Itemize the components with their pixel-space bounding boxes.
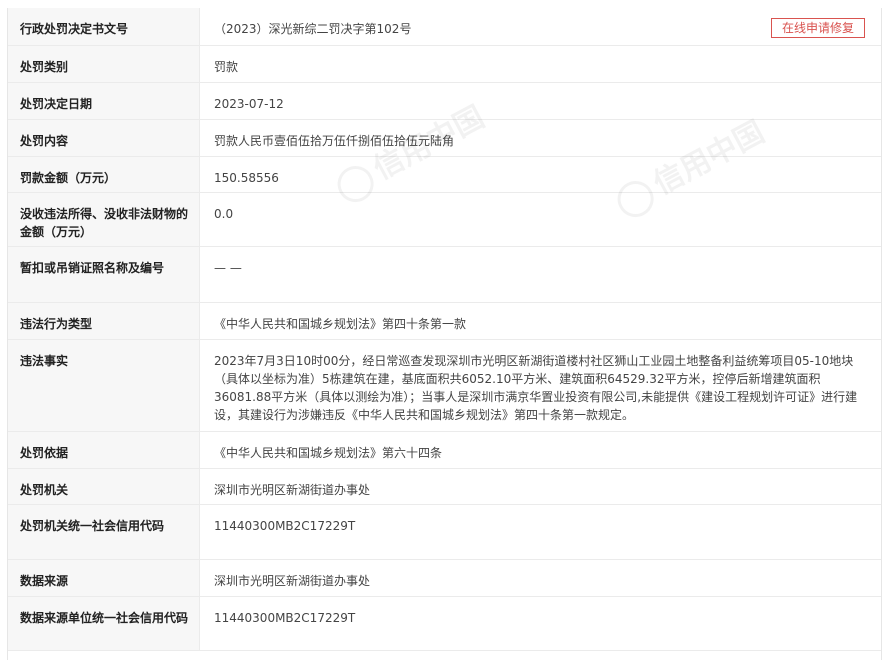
table-row: 暂扣或吊销证照名称及编号 — — — [8, 246, 881, 303]
row-value: 11440300MB2C17229T — [199, 596, 881, 651]
penalty-detail-panel: 行政处罚决定书文号 （2023）深光新综二罚决字第102号 在线申请修复 处罚类… — [7, 8, 882, 660]
table-row: 处罚依据 《中华人民共和国城乡规划法》第六十四条 — [8, 431, 881, 469]
row-label: 违法行为类型 — [8, 302, 200, 340]
row-value: 150.58556 — [199, 156, 881, 193]
row-label: 数据来源单位统一社会信用代码 — [8, 596, 200, 651]
table-row: 处罚机关 深圳市光明区新湖街道办事处 — [8, 468, 881, 505]
row-value: — — — [199, 246, 881, 303]
row-value: 2023年7月3日10时00分，经日常巡查发现深圳市光明区新湖街道楼村社区狮山工… — [199, 339, 881, 432]
table-row: 处罚机关统一社会信用代码 11440300MB2C17229T — [8, 504, 881, 560]
row-value: （2023）深光新综二罚决字第102号 在线申请修复 — [199, 8, 881, 46]
row-label: 罚款金额（万元） — [8, 156, 200, 193]
row-value: 深圳市光明区新湖街道办事处 — [199, 559, 881, 597]
row-value: 《中华人民共和国城乡规划法》第四十条第一款 — [199, 302, 881, 340]
row-label: 处罚类别 — [8, 45, 200, 83]
row-label: 没收违法所得、没收非法财物的金额（万元） — [8, 192, 200, 247]
row-value: 罚款 — [199, 45, 881, 83]
row-label: 数据来源 — [8, 559, 200, 597]
row-label: 暂扣或吊销证照名称及编号 — [8, 246, 200, 303]
table-row: 违法行为类型 《中华人民共和国城乡规划法》第四十条第一款 — [8, 302, 881, 340]
row-value: 深圳市光明区新湖街道办事处 — [199, 468, 881, 505]
row-label: 处罚机关统一社会信用代码 — [8, 504, 200, 560]
table-row: 处罚类别 罚款 — [8, 45, 881, 83]
row-value: 《中华人民共和国城乡规划法》第六十四条 — [199, 431, 881, 469]
row-label: 处罚决定日期 — [8, 82, 200, 120]
table-row: 数据来源单位统一社会信用代码 11440300MB2C17229T — [8, 596, 881, 651]
row-label: 行政处罚决定书文号 — [8, 8, 200, 46]
table-row: 处罚内容 罚款人民币壹佰伍拾万伍仟捌佰伍拾伍元陆角 — [8, 119, 881, 157]
row-label: 处罚机关 — [8, 468, 200, 505]
table-row: 罚款金额（万元） 150.58556 — [8, 156, 881, 193]
online-repair-button[interactable]: 在线申请修复 — [770, 18, 865, 38]
table-row: 违法事实 2023年7月3日10时00分，经日常巡查发现深圳市光明区新湖街道楼村… — [8, 339, 881, 432]
table-row: 没收违法所得、没收非法财物的金额（万元） 0.0 — [8, 192, 881, 247]
table-row: 数据来源 深圳市光明区新湖街道办事处 — [8, 559, 881, 597]
table-row: 处罚决定日期 2023-07-12 — [8, 82, 881, 120]
decision-number: （2023）深光新综二罚决字第102号 — [214, 22, 412, 36]
row-value: 2023-07-12 — [199, 82, 881, 120]
row-label: 处罚依据 — [8, 431, 200, 469]
penalty-detail-table: 行政处罚决定书文号 （2023）深光新综二罚决字第102号 在线申请修复 处罚类… — [8, 8, 881, 651]
row-value: 0.0 — [199, 192, 881, 247]
row-value: 11440300MB2C17229T — [199, 504, 881, 560]
table-row: 行政处罚决定书文号 （2023）深光新综二罚决字第102号 在线申请修复 — [8, 8, 881, 46]
row-value: 罚款人民币壹佰伍拾万伍仟捌佰伍拾伍元陆角 — [199, 119, 881, 157]
row-label: 违法事实 — [8, 339, 200, 432]
row-label: 处罚内容 — [8, 119, 200, 157]
